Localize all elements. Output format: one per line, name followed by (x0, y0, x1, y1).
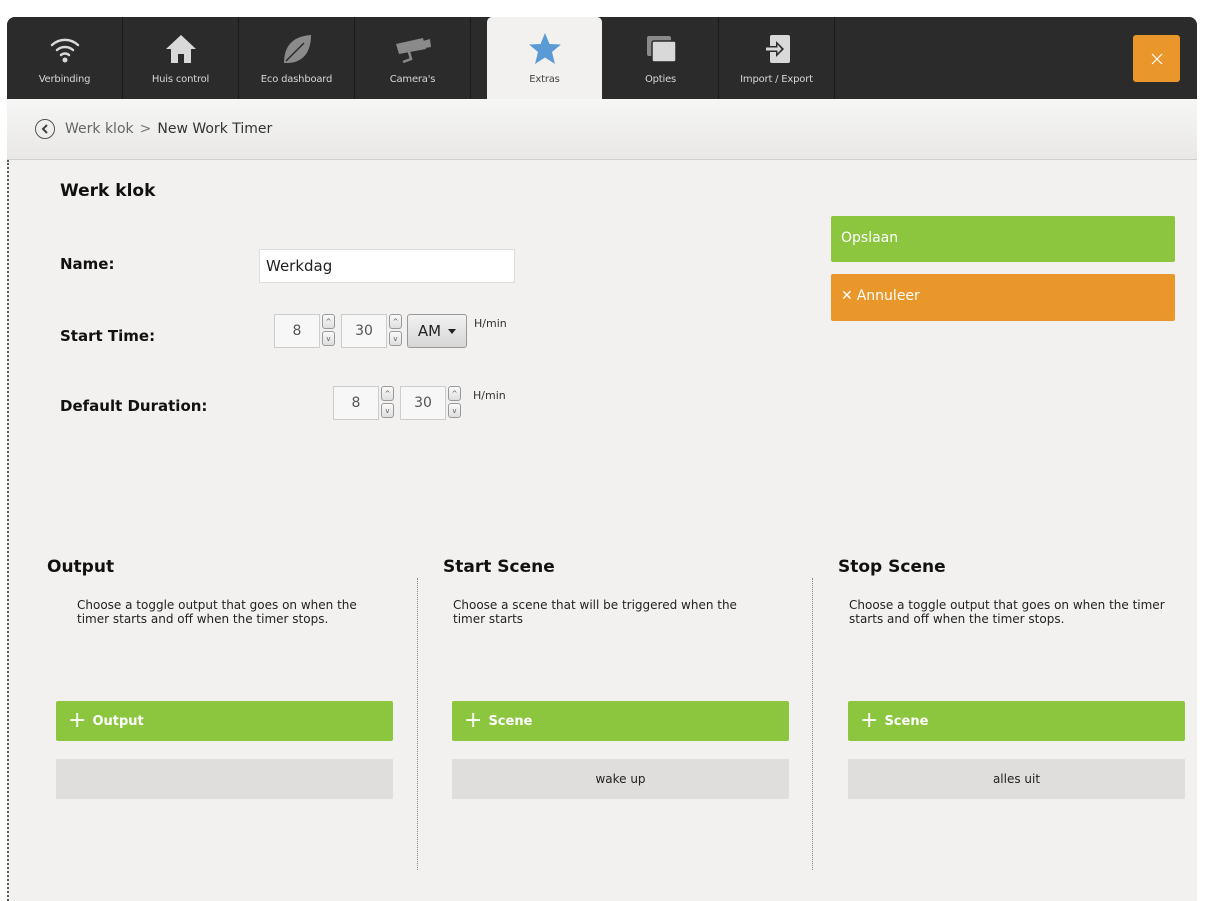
back-button[interactable] (35, 119, 55, 139)
caret-down-icon (448, 328, 457, 334)
breadcrumb-bar: Werk klok > New Work Timer (7, 99, 1197, 160)
tab-label: Extras (529, 74, 560, 85)
output-list-item[interactable] (56, 759, 393, 799)
increment-button[interactable]: ^ (381, 386, 394, 401)
tab-huis-control[interactable]: Huis control (123, 17, 239, 99)
ampm-value: AM (417, 322, 442, 340)
save-label: Opslaan (841, 230, 899, 246)
tab-label: Eco dashboard (260, 74, 333, 85)
wifi-icon (45, 29, 85, 69)
breadcrumb: Werk klok > New Work Timer (65, 121, 272, 137)
cancel-label: Annuleer (856, 288, 920, 304)
import-export-icon (757, 29, 797, 69)
decrement-button[interactable]: v (389, 331, 402, 346)
increment-button[interactable]: ^ (448, 386, 461, 401)
tab-label: Opties (644, 74, 677, 85)
save-button[interactable]: Opslaan (831, 216, 1175, 262)
name-label: Name: (60, 255, 115, 273)
start-min-stepper[interactable]: ^ v (389, 314, 403, 348)
tab-label: Verbinding (38, 74, 91, 85)
breadcrumb-current: New Work Timer (157, 121, 273, 137)
stop-scene-list-item[interactable]: alles uit (848, 759, 1185, 799)
page-title: Werk klok (60, 181, 156, 201)
plus-icon: + (464, 708, 483, 733)
cancel-button[interactable]: ✕ Annuleer (831, 274, 1175, 321)
tab-extras[interactable]: Extras (487, 17, 602, 99)
add-stop-scene-button[interactable]: + Scene (848, 701, 1185, 741)
stop-scene-title: Stop Scene (838, 557, 946, 577)
start-time-label: Start Time: (60, 327, 156, 345)
add-start-scene-button[interactable]: + Scene (452, 701, 789, 741)
camera-icon (393, 29, 433, 69)
start-min-input[interactable]: 30 (341, 314, 387, 348)
tab-verbinding[interactable]: Verbinding (7, 17, 123, 99)
output-title: Output (47, 557, 115, 577)
star-icon (525, 29, 565, 69)
decrement-button[interactable]: v (381, 403, 394, 418)
tab-eco-dashboard[interactable]: Eco dashboard (239, 17, 355, 99)
breadcrumb-parent-link[interactable]: Werk klok (65, 121, 134, 137)
tab-cameras[interactable]: Camera's (355, 17, 471, 99)
leaf-icon (277, 29, 317, 69)
close-button[interactable] (1133, 35, 1180, 82)
start-scene-title: Start Scene (443, 557, 555, 577)
add-scene-label: Scene (884, 713, 929, 729)
duration-label: Default Duration: (60, 397, 208, 415)
tab-opties[interactable]: Opties (603, 17, 719, 99)
tab-label: Camera's (389, 74, 436, 85)
decrement-button[interactable]: v (448, 403, 461, 418)
tab-label: Huis control (151, 74, 210, 85)
stop-scene-description: Choose a toggle output that goes on when… (849, 598, 1165, 626)
start-scene-description: Choose a scene that will be triggered wh… (453, 598, 737, 626)
add-output-label: Output (92, 713, 144, 729)
chevron-left-icon (41, 124, 48, 134)
add-output-button[interactable]: + Output (56, 701, 393, 741)
start-scene-list-item[interactable]: wake up (452, 759, 789, 799)
main-content: Werk klok Name: Start Time: 8 ^ v 30 ^ v… (7, 160, 1197, 901)
close-icon (1151, 53, 1162, 64)
tab-import-export[interactable]: Import / Export (719, 17, 835, 99)
add-scene-label: Scene (488, 713, 533, 729)
duration-hour-input[interactable]: 8 (333, 386, 379, 420)
plus-icon: + (68, 708, 87, 733)
plus-icon: + (860, 708, 879, 733)
duration-min-stepper[interactable]: ^ v (448, 386, 462, 420)
increment-button[interactable]: ^ (322, 314, 335, 329)
decrement-button[interactable]: v (322, 331, 335, 346)
start-time-unit: H/min (474, 317, 507, 330)
column-divider (812, 578, 813, 870)
windows-icon (641, 29, 681, 69)
duration-unit: H/min (473, 389, 506, 402)
start-hour-input[interactable]: 8 (274, 314, 320, 348)
app-window: Verbinding Huis control Eco dashboard Ca… (7, 17, 1197, 901)
top-nav-bar: Verbinding Huis control Eco dashboard Ca… (7, 17, 1197, 99)
duration-hour-stepper[interactable]: ^ v (381, 386, 395, 420)
duration-min-input[interactable]: 30 (400, 386, 446, 420)
house-icon (161, 29, 201, 69)
ampm-select[interactable]: AM (407, 314, 467, 348)
close-icon: ✕ (841, 288, 853, 304)
increment-button[interactable]: ^ (389, 314, 402, 329)
start-hour-stepper[interactable]: ^ v (322, 314, 336, 348)
name-input[interactable] (259, 249, 515, 283)
output-description: Choose a toggle output that goes on when… (77, 598, 357, 626)
tab-label: Import / Export (740, 74, 813, 85)
column-divider (417, 578, 418, 870)
breadcrumb-separator: > (139, 121, 152, 137)
